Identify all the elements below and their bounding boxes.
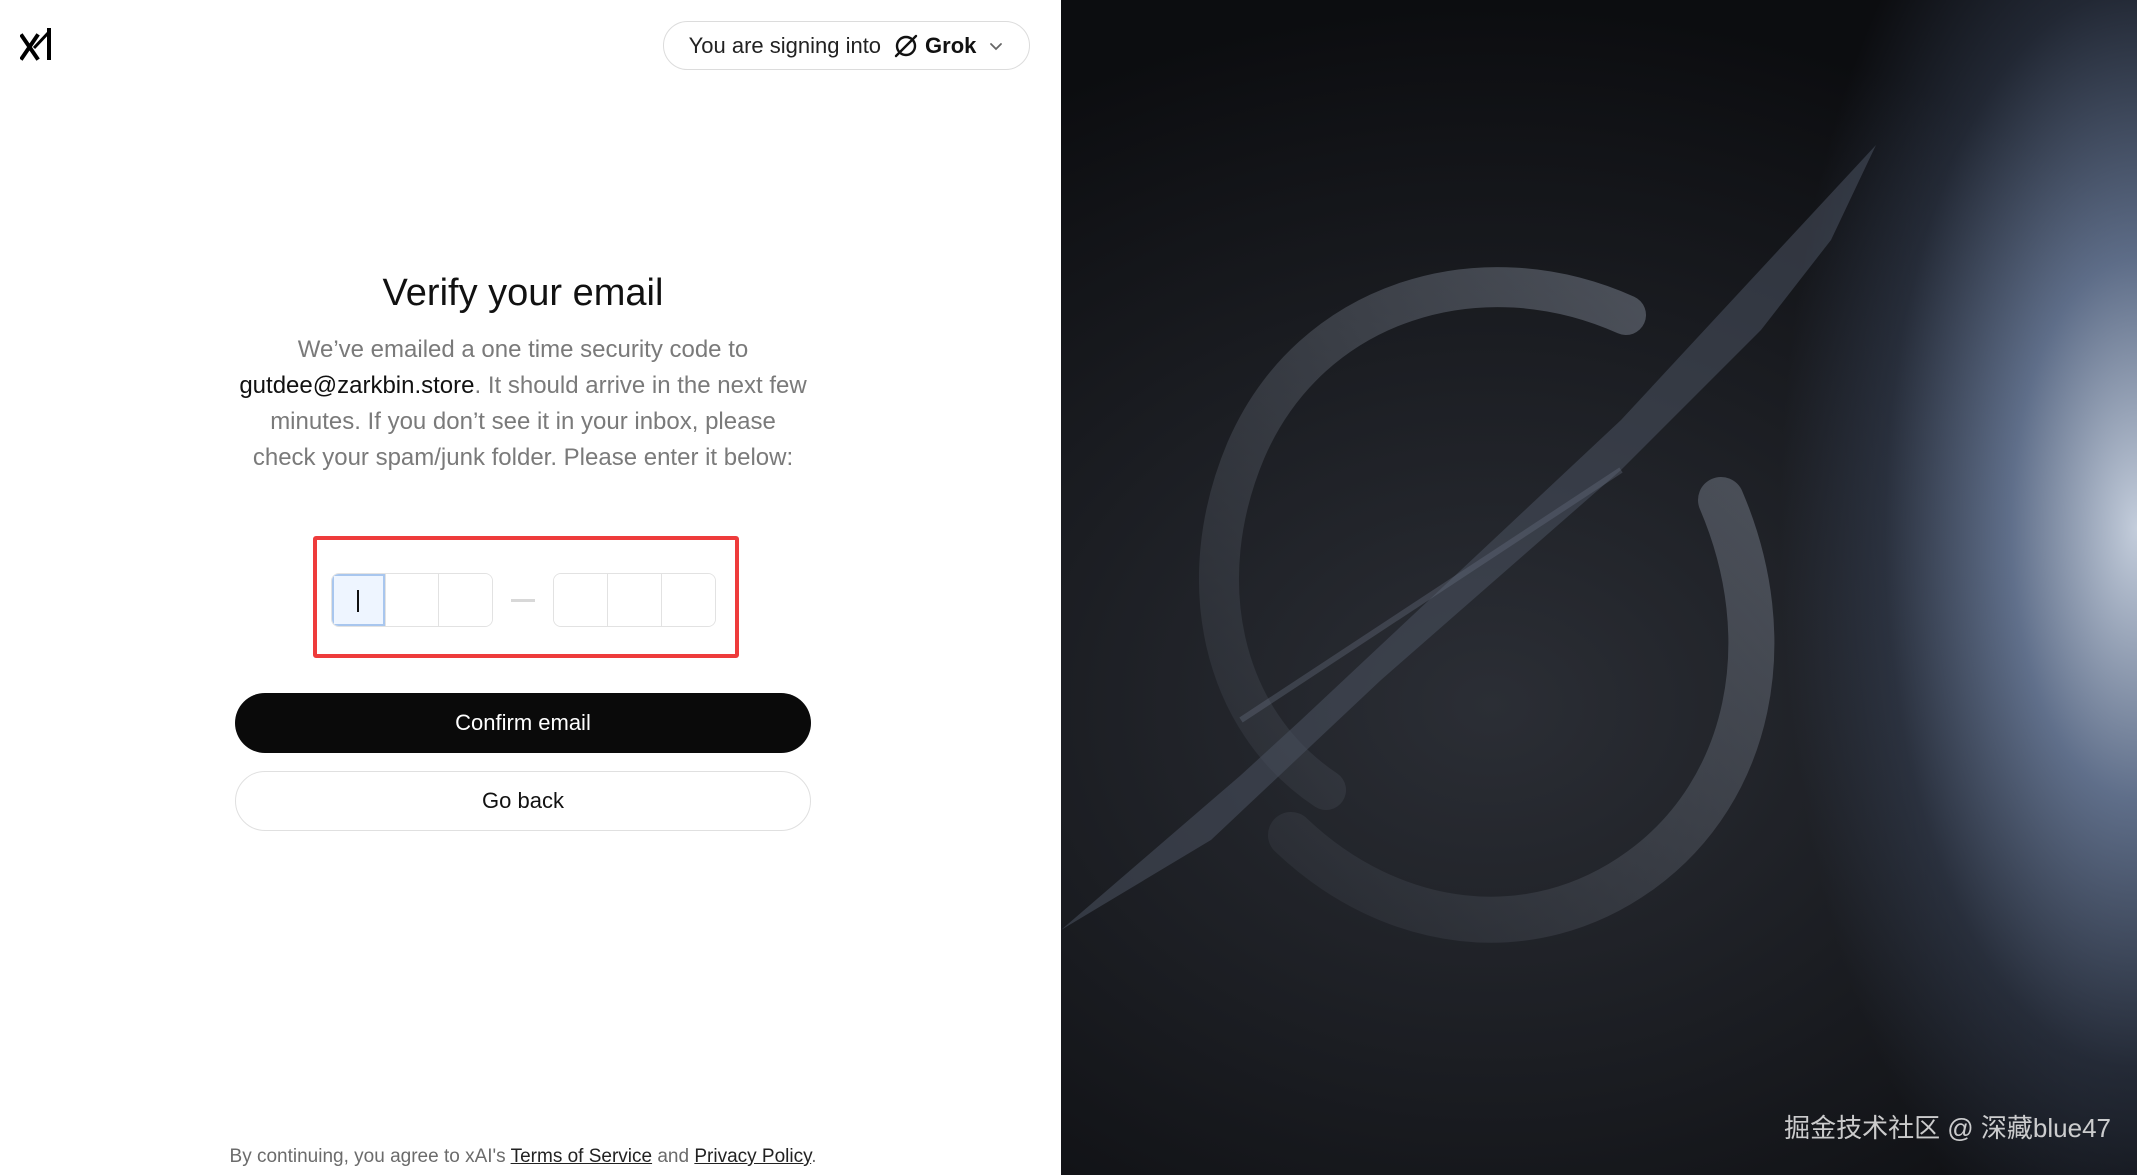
footer-prefix: By continuing, you agree to xAI's (229, 1146, 511, 1167)
hero-artwork: 掘金技术社区 @ 深藏blue47 (1061, 0, 2137, 1175)
chevron-down-icon (990, 42, 1003, 50)
otp-digit-1[interactable] (332, 574, 386, 626)
confirm-email-button[interactable]: Confirm email (235, 693, 811, 753)
otp-group-first (331, 573, 493, 627)
email-address: gutdee@zarkbin.store (239, 372, 475, 399)
otp-group-second (553, 573, 716, 627)
desc-text-before: We’ve emailed a one time security code t… (297, 336, 749, 363)
go-back-button[interactable]: Go back (235, 771, 811, 831)
watermark-text: 掘金技术社区 @ 深藏blue47 (1784, 1113, 2111, 1143)
terms-of-service-link[interactable]: Terms of Service (511, 1146, 652, 1167)
signing-into-selector[interactable]: You are signing into Grok (663, 21, 1030, 70)
otp-digit-5[interactable] (608, 574, 662, 626)
footer-and: and (652, 1146, 695, 1167)
otp-digit-4[interactable] (554, 574, 608, 626)
xai-logo[interactable] (19, 26, 56, 66)
grok-emblem-art (1061, 145, 1876, 943)
grok-name: Grok (925, 32, 977, 58)
signing-into-label: You are signing into (688, 32, 882, 58)
otp-digit-3[interactable] (439, 574, 492, 626)
verify-description: We’ve emailed a one time security code t… (236, 332, 810, 476)
privacy-policy-link[interactable]: Privacy Policy (694, 1146, 811, 1167)
grok-brand: Grok (893, 33, 976, 59)
page-title: Verify your email (382, 272, 664, 314)
terms-footer: By continuing, you agree to xAI's Terms … (0, 1146, 1046, 1168)
otp-separator (511, 599, 535, 602)
otp-digit-2[interactable] (385, 574, 440, 626)
footer-suffix: . (811, 1146, 817, 1167)
grok-icon (894, 34, 918, 57)
otp-digit-6[interactable] (662, 574, 715, 626)
signin-panel: You are signing into Grok Verify your em… (0, 0, 1061, 1175)
